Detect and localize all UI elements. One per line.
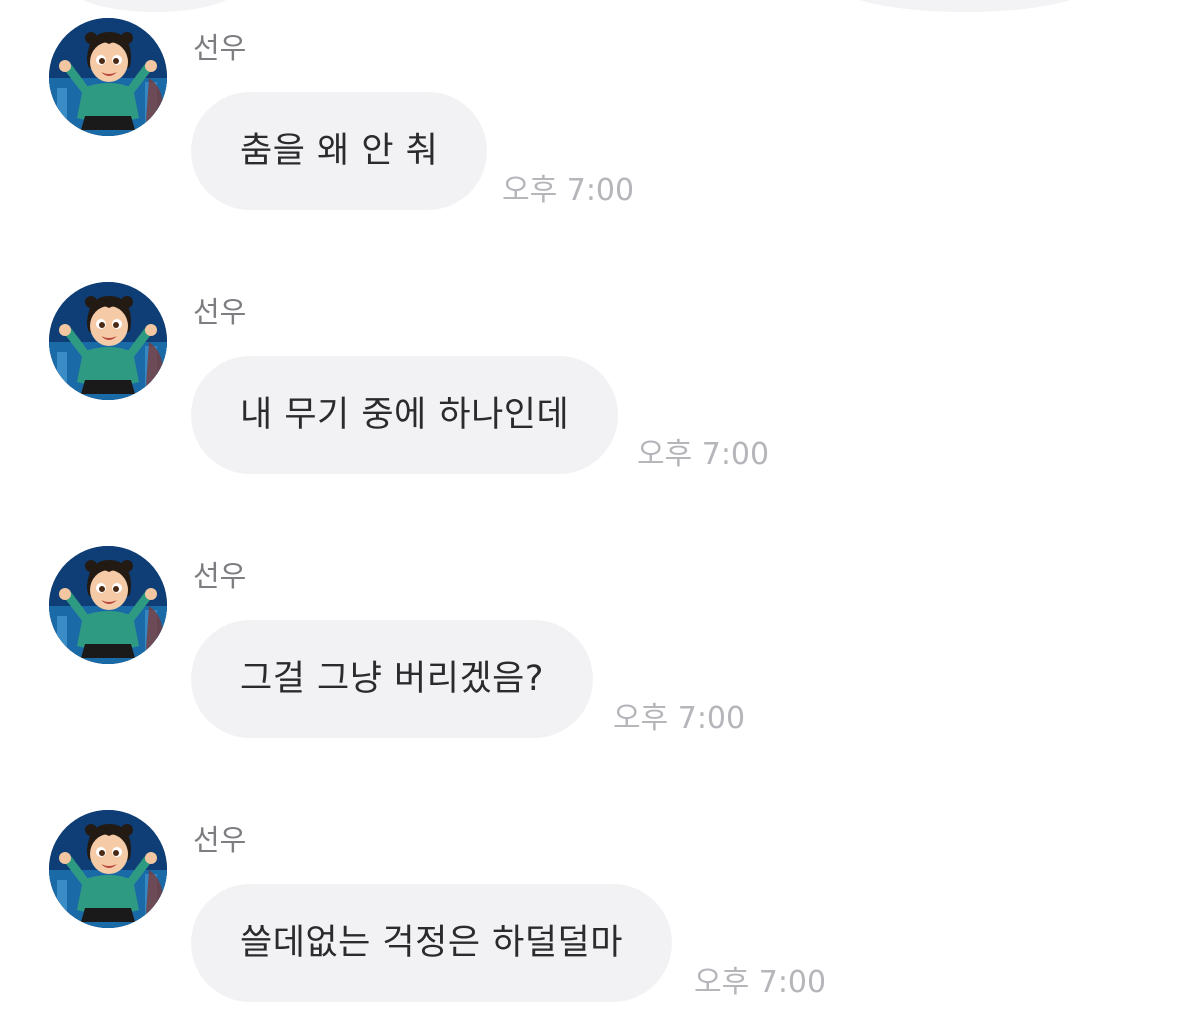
message-timestamp: 오후 7:00 (637, 437, 770, 472)
message-timestamp: 오후 7:00 (502, 173, 635, 208)
sender-name: 선우 (193, 823, 247, 857)
message-row: 선우 그걸 그냥 버리겠음? 오후 7:00 (0, 546, 1178, 768)
avatar[interactable] (49, 282, 167, 400)
avatar[interactable] (49, 18, 167, 136)
message-bubble[interactable]: 쓸데없는 걱정은 하덜덜마 (191, 884, 672, 1002)
sender-name: 선우 (193, 31, 247, 65)
message-row: 선우 내 무기 중에 하나인데 오후 7:00 (0, 282, 1178, 504)
message-timestamp: 오후 7:00 (613, 701, 746, 736)
message-bubble[interactable]: 춤을 왜 안 춰 (191, 92, 488, 210)
message-bubble[interactable]: 그걸 그냥 버리겠음? (191, 620, 593, 738)
previous-bubble-edge (70, 0, 240, 12)
message-text: 쓸데없는 걱정은 하덜덜마 (240, 923, 623, 963)
message-row: 선우 쓸데없는 걱정은 하덜덜마 오후 7:00 (0, 810, 1178, 1032)
message-text: 내 무기 중에 하나인데 (240, 395, 570, 435)
sender-name: 선우 (193, 295, 247, 329)
avatar[interactable] (49, 810, 167, 928)
message-text: 춤을 왜 안 춰 (240, 131, 439, 171)
message-row: 선우 춤을 왜 안 춰 오후 7:00 (0, 18, 1178, 240)
sender-name: 선우 (193, 559, 247, 593)
message-text: 그걸 그냥 버리겠음? (240, 659, 544, 699)
message-bubble[interactable]: 내 무기 중에 하나인데 (191, 356, 619, 474)
previous-bubble-edge (840, 0, 1090, 12)
avatar[interactable] (49, 546, 167, 664)
message-timestamp: 오후 7:00 (694, 965, 827, 1000)
